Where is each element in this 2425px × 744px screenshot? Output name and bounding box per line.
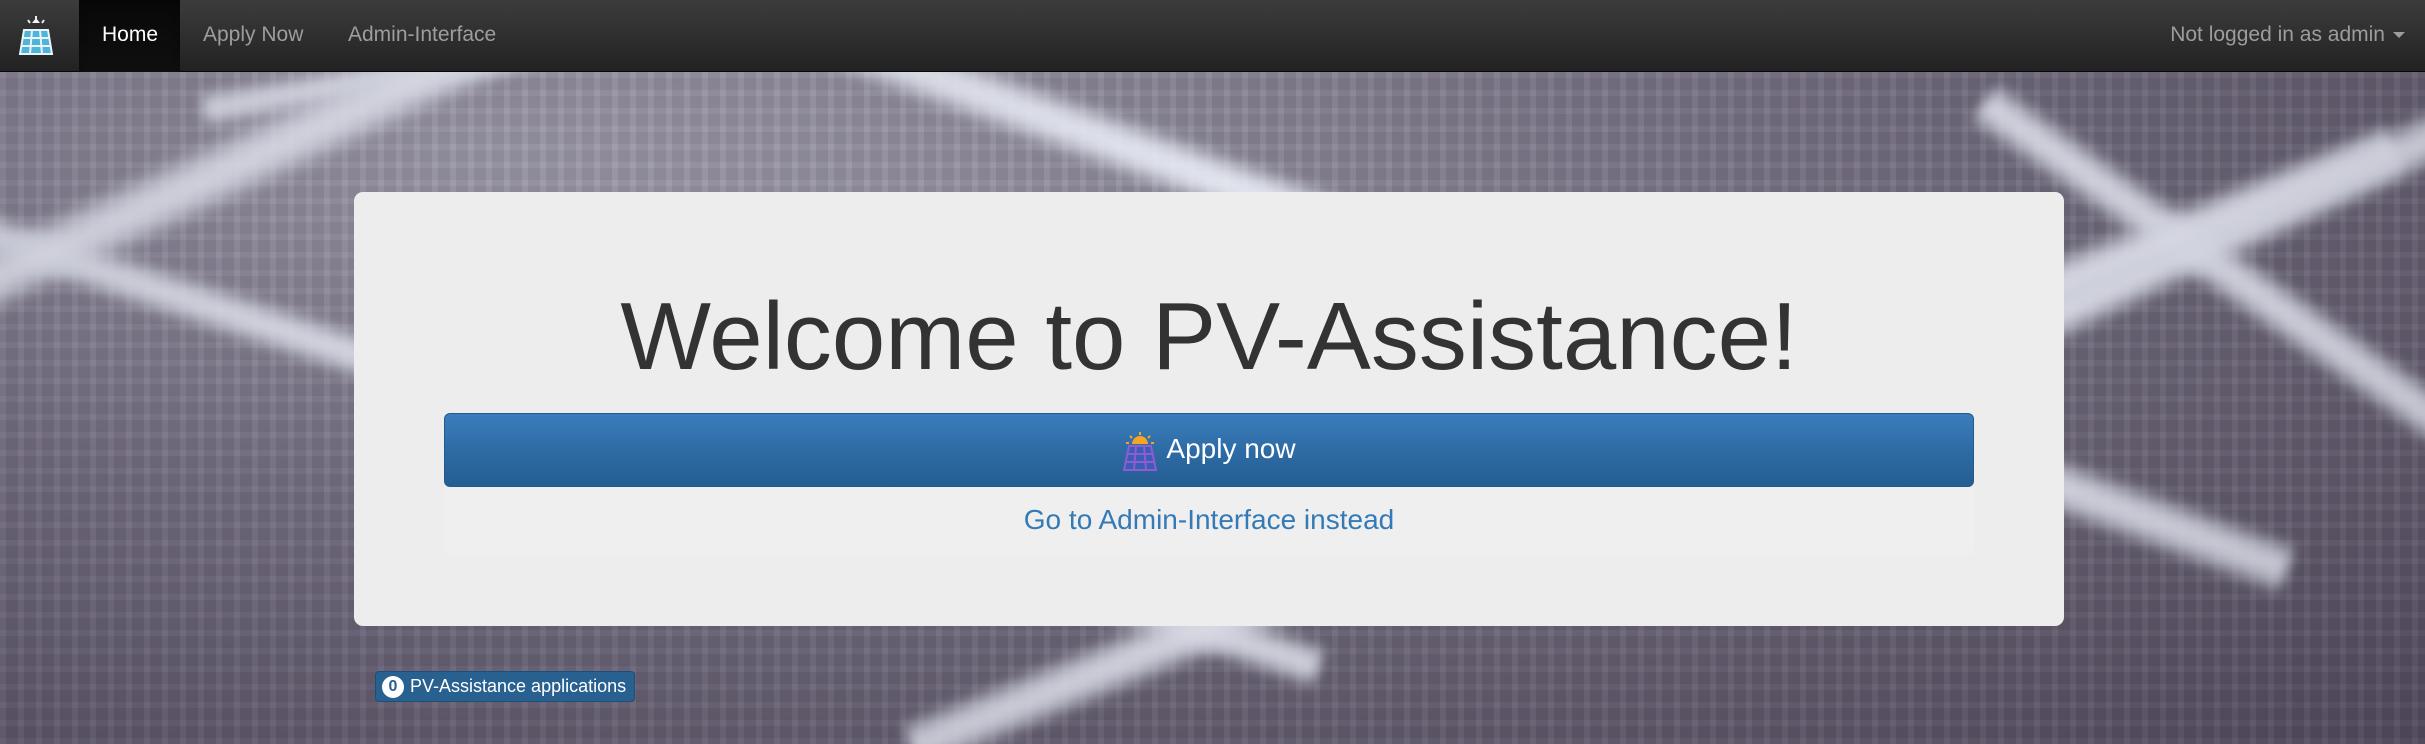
apply-now-button[interactable]: Apply now	[444, 413, 1974, 487]
nav-admin-interface[interactable]: Admin-Interface	[325, 0, 519, 72]
solar-panel-icon	[1122, 428, 1158, 471]
user-menu-label: Not logged in as admin	[2170, 23, 2385, 46]
user-menu-dropdown[interactable]: Not logged in as admin	[2170, 0, 2405, 72]
page-title: Welcome to PV-Assistance!	[620, 283, 1798, 390]
nav-home[interactable]: Home	[79, 0, 180, 72]
applications-label-text: PV-Assistance applications	[410, 676, 627, 696]
navbar: Home Apply Now Admin-Interface Not logge…	[0, 0, 2425, 72]
apply-now-label: Apply now	[1166, 433, 1296, 464]
admin-interface-link[interactable]: Go to Admin-Interface instead	[444, 500, 1974, 540]
welcome-panel	[354, 192, 2064, 626]
applications-count-badge: 0	[382, 676, 404, 698]
nav-apply-now[interactable]: Apply Now	[180, 0, 326, 72]
solar-house-icon[interactable]	[14, 14, 58, 58]
caret-down-icon	[2393, 32, 2405, 39]
applications-status-label: 0 PV-Assistance applications	[375, 671, 636, 702]
